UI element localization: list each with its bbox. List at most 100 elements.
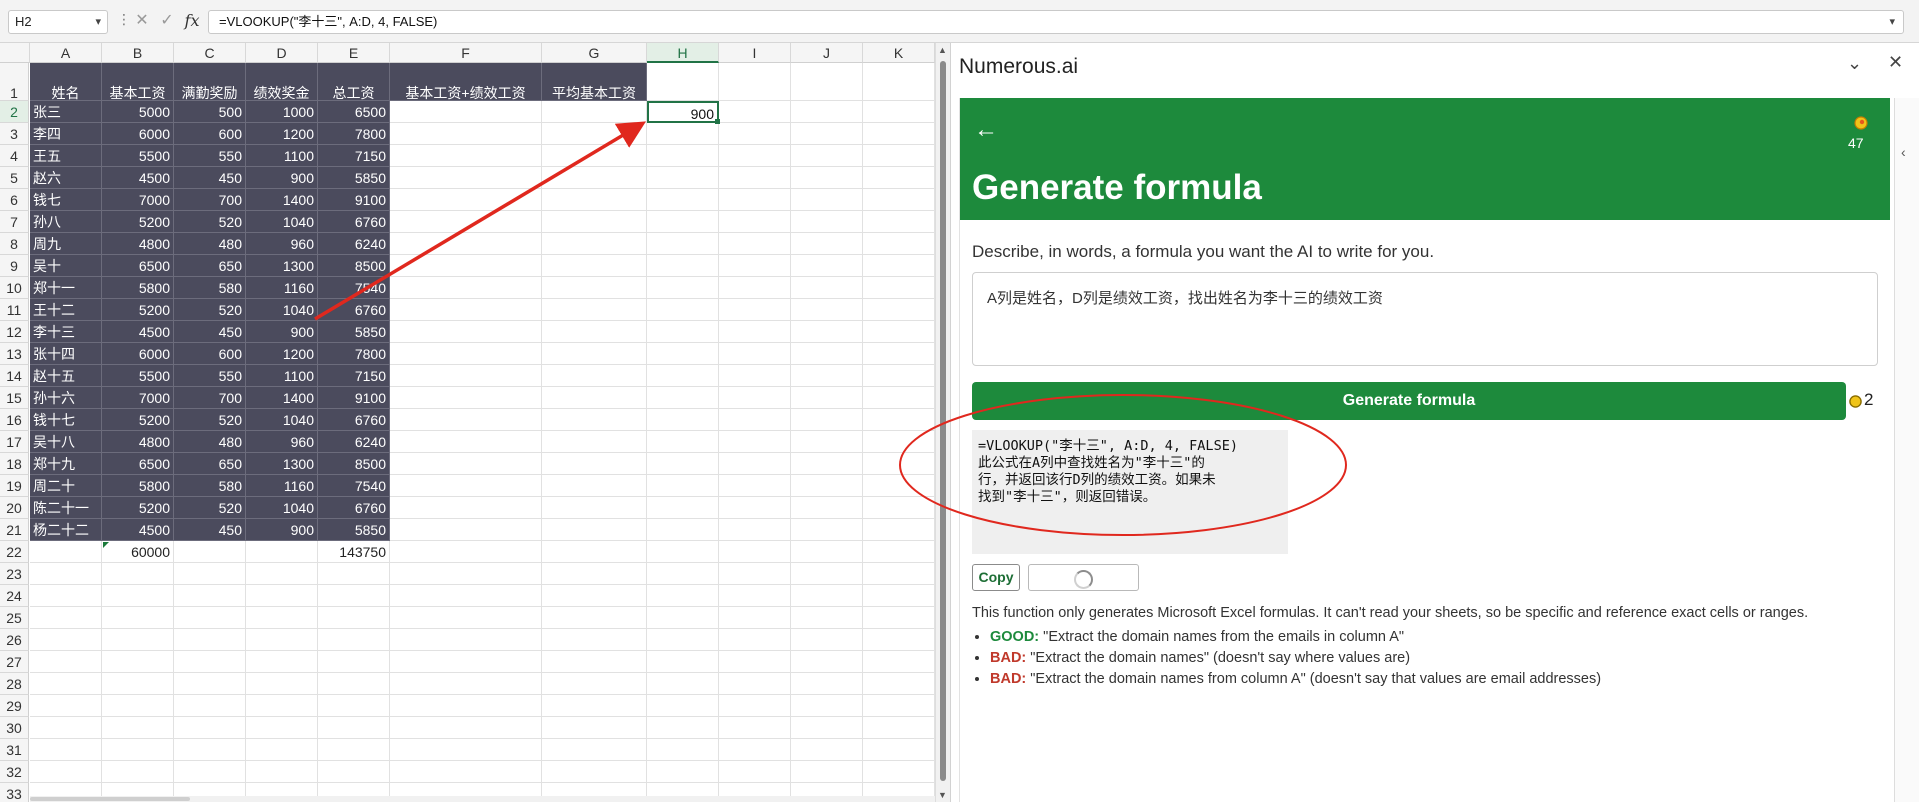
expand-formula-icon[interactable]: ▾	[1889, 11, 1895, 33]
column-header-g[interactable]: G	[542, 43, 647, 63]
cell-e23[interactable]	[318, 563, 390, 585]
cell-e31[interactable]	[318, 739, 390, 761]
active-cell-h2[interactable]: 900	[647, 101, 719, 123]
cell-k27[interactable]	[863, 651, 935, 673]
cell-h12[interactable]	[647, 321, 719, 343]
cell-h11[interactable]	[647, 299, 719, 321]
cell-h24[interactable]	[647, 585, 719, 607]
cell-f32[interactable]	[390, 761, 542, 783]
cell-d30[interactable]	[246, 717, 318, 739]
cell-d6[interactable]: 1400	[246, 189, 318, 211]
cell-j31[interactable]	[791, 739, 863, 761]
cell-h7[interactable]	[647, 211, 719, 233]
cell-a31[interactable]	[30, 739, 102, 761]
cell-b9[interactable]: 6500	[102, 255, 174, 277]
cancel-icon[interactable]: ✕	[130, 9, 154, 33]
cell-e22[interactable]: 143750	[318, 541, 390, 563]
cell-g28[interactable]	[542, 673, 647, 695]
cell-b8[interactable]: 4800	[102, 233, 174, 255]
cell-a9[interactable]: 吴十	[30, 255, 102, 277]
cell-e10[interactable]: 7540	[318, 277, 390, 299]
cell-b4[interactable]: 5500	[102, 145, 174, 167]
cell-k32[interactable]	[863, 761, 935, 783]
row-header-28[interactable]: 28	[0, 673, 29, 695]
cell-h4[interactable]	[647, 145, 719, 167]
cell-k26[interactable]	[863, 629, 935, 651]
cell-c10[interactable]: 580	[174, 277, 246, 299]
cell-e20[interactable]: 6760	[318, 497, 390, 519]
cell-g29[interactable]	[542, 695, 647, 717]
cell-i6[interactable]	[719, 189, 791, 211]
cell-j5[interactable]	[791, 167, 863, 189]
cell-d23[interactable]	[246, 563, 318, 585]
cell-e9[interactable]: 8500	[318, 255, 390, 277]
cell-c31[interactable]	[174, 739, 246, 761]
cell-c26[interactable]	[174, 629, 246, 651]
cell-f17[interactable]	[390, 431, 542, 453]
cell-j16[interactable]	[791, 409, 863, 431]
close-icon[interactable]: ✕	[1888, 52, 1903, 73]
cell-g19[interactable]	[542, 475, 647, 497]
cell-g5[interactable]	[542, 167, 647, 189]
cell-i24[interactable]	[719, 585, 791, 607]
cell-k28[interactable]	[863, 673, 935, 695]
row-header-10[interactable]: 10	[0, 277, 29, 299]
insert-function-icon[interactable]: fx	[180, 9, 204, 33]
cell-a26[interactable]	[30, 629, 102, 651]
cell-j24[interactable]	[791, 585, 863, 607]
cell-a19[interactable]: 周二十	[30, 475, 102, 497]
cell-b14[interactable]: 5500	[102, 365, 174, 387]
cell-g32[interactable]	[542, 761, 647, 783]
cell-b25[interactable]	[102, 607, 174, 629]
cell-h21[interactable]	[647, 519, 719, 541]
cell-h8[interactable]	[647, 233, 719, 255]
cell-h20[interactable]	[647, 497, 719, 519]
formula-input[interactable]: =VLOOKUP("李十三", A:D, 4, FALSE) ▾	[208, 10, 1904, 34]
cell-i10[interactable]	[719, 277, 791, 299]
cell-e26[interactable]	[318, 629, 390, 651]
cell-d10[interactable]: 1160	[246, 277, 318, 299]
cell-d13[interactable]: 1200	[246, 343, 318, 365]
cell-i28[interactable]	[719, 673, 791, 695]
cell-f27[interactable]	[390, 651, 542, 673]
cell-c16[interactable]: 520	[174, 409, 246, 431]
cell-c21[interactable]: 450	[174, 519, 246, 541]
cell-a13[interactable]: 张十四	[30, 343, 102, 365]
cell-k18[interactable]	[863, 453, 935, 475]
row-header-17[interactable]: 17	[0, 431, 29, 453]
cell-b12[interactable]: 4500	[102, 321, 174, 343]
cell-j14[interactable]	[791, 365, 863, 387]
cell-h13[interactable]	[647, 343, 719, 365]
generate-formula-button[interactable]: Generate formula	[972, 382, 1846, 420]
cell-k6[interactable]	[863, 189, 935, 211]
cell-e32[interactable]	[318, 761, 390, 783]
cell-a20[interactable]: 陈二十一	[30, 497, 102, 519]
cell-j11[interactable]	[791, 299, 863, 321]
cell-i31[interactable]	[719, 739, 791, 761]
cell-g22[interactable]	[542, 541, 647, 563]
cell-c30[interactable]	[174, 717, 246, 739]
cell-i29[interactable]	[719, 695, 791, 717]
cell-d9[interactable]: 1300	[246, 255, 318, 277]
cell-c24[interactable]	[174, 585, 246, 607]
cell-k29[interactable]	[863, 695, 935, 717]
cell-b19[interactable]: 5800	[102, 475, 174, 497]
cell-j29[interactable]	[791, 695, 863, 717]
row-header-4[interactable]: 4	[0, 145, 29, 167]
cell-j3[interactable]	[791, 123, 863, 145]
cell-k7[interactable]	[863, 211, 935, 233]
cell-g24[interactable]	[542, 585, 647, 607]
cell-h30[interactable]	[647, 717, 719, 739]
cell-i3[interactable]	[719, 123, 791, 145]
cell-f25[interactable]	[390, 607, 542, 629]
cell-k21[interactable]	[863, 519, 935, 541]
cell-b16[interactable]: 5200	[102, 409, 174, 431]
cell-k14[interactable]	[863, 365, 935, 387]
cell-f18[interactable]	[390, 453, 542, 475]
cell-f11[interactable]	[390, 299, 542, 321]
row-header-16[interactable]: 16	[0, 409, 29, 431]
scroll-up-icon[interactable]: ▲	[938, 45, 947, 55]
cell-j25[interactable]	[791, 607, 863, 629]
cell-h31[interactable]	[647, 739, 719, 761]
vertical-scrollbar[interactable]: ▲ ▼	[935, 43, 950, 802]
